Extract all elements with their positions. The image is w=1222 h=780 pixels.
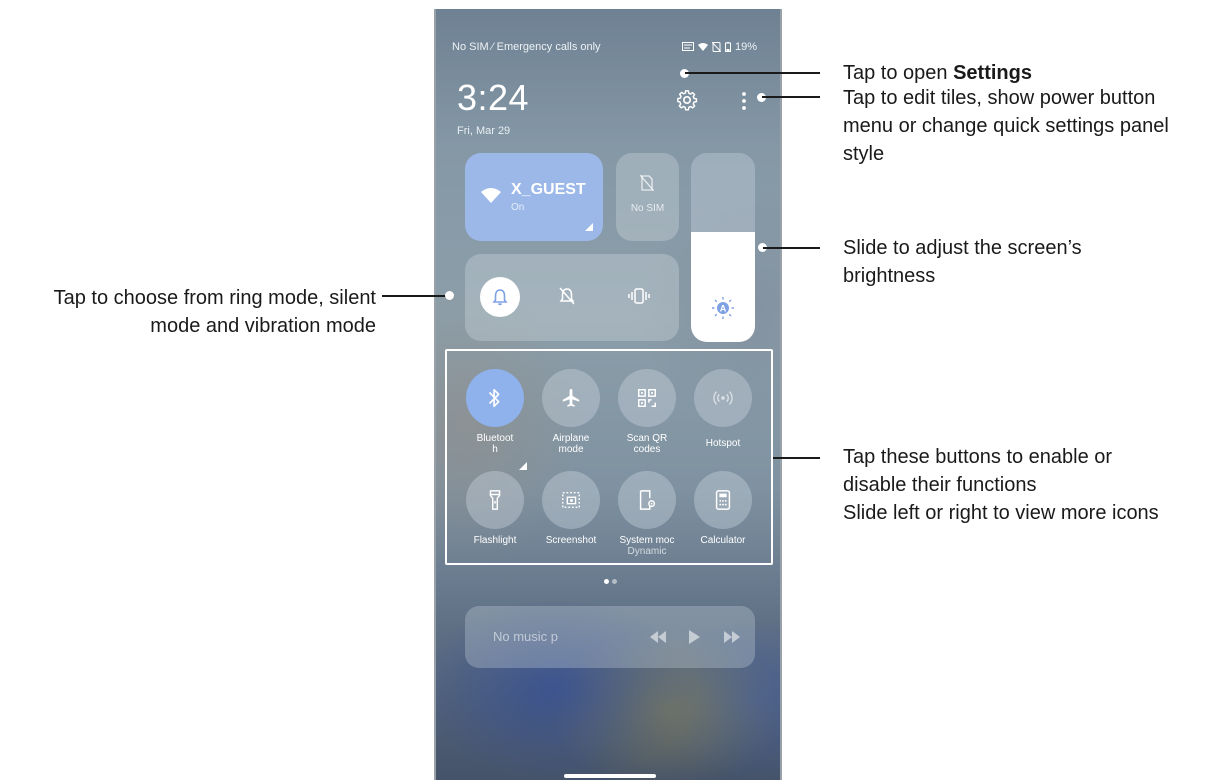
notification-icon bbox=[682, 42, 694, 51]
ring-mode-button[interactable] bbox=[480, 277, 520, 317]
expand-corner-icon bbox=[585, 223, 593, 231]
date: Fri, Mar 29 bbox=[457, 125, 511, 137]
wifi-icon bbox=[481, 188, 501, 203]
wifi-tile[interactable]: X_GUEST On bbox=[465, 153, 603, 241]
brightness-slider[interactable]: A bbox=[691, 153, 755, 342]
settings-callout: Tap to open Settings bbox=[843, 59, 1032, 87]
silent-mode-button[interactable] bbox=[558, 286, 576, 311]
sound-callout-line bbox=[382, 295, 449, 297]
sim-tile[interactable]: No SIM bbox=[616, 153, 679, 241]
settings-callout-line bbox=[685, 72, 820, 74]
media-title: No music p bbox=[493, 629, 559, 644]
page-dot bbox=[612, 579, 617, 584]
wifi-status-icon bbox=[698, 43, 708, 51]
settings-callout-text: Tap to open bbox=[843, 62, 954, 84]
gear-icon bbox=[677, 90, 698, 111]
clock: 3:24 bbox=[457, 77, 530, 118]
sound-callout-line1: Tap to choose from ring mode, silent bbox=[53, 287, 376, 309]
settings-callout-bold: Settings bbox=[953, 62, 1032, 84]
no-sim-icon bbox=[640, 175, 654, 191]
menu-callout-line1: Tap to edit tiles, show power button bbox=[843, 87, 1156, 109]
settings-button[interactable] bbox=[676, 89, 698, 111]
brightness-callout-line1: Slide to adjust the screen’s bbox=[843, 237, 1082, 259]
sound-callout-dot bbox=[445, 291, 454, 300]
buttons-callout: Tap these buttons to enable or disable t… bbox=[843, 443, 1159, 527]
brightness-callout: Slide to adjust the screen’s brightness bbox=[843, 234, 1082, 290]
play-icon[interactable] bbox=[689, 630, 700, 644]
brightness-callout-line bbox=[763, 247, 820, 249]
wifi-state: On bbox=[511, 202, 525, 213]
sound-callout: Tap to choose from ring mode, silent mod… bbox=[0, 284, 376, 340]
buttons-callout-line3: Slide left or right to view more icons bbox=[843, 502, 1159, 524]
brightness-callout-line2: brightness bbox=[843, 265, 936, 287]
battery-icon bbox=[725, 42, 731, 52]
buttons-callout-line2: disable their functions bbox=[843, 474, 1037, 496]
more-options-button[interactable] bbox=[740, 91, 748, 111]
carrier-status: No SIM ⁄ Emergency calls only bbox=[452, 41, 601, 53]
buttons-callout-line1: Tap these buttons to enable or bbox=[843, 446, 1113, 468]
home-indicator[interactable] bbox=[564, 774, 656, 778]
buttons-highlight-frame bbox=[445, 349, 773, 565]
wifi-ssid: X_GUEST bbox=[511, 181, 586, 198]
media-player: No music p bbox=[465, 606, 755, 668]
svg-text:A: A bbox=[720, 304, 727, 314]
more-vertical-icon bbox=[742, 92, 746, 110]
no-sim-status-icon bbox=[712, 42, 721, 52]
page-dot-active bbox=[604, 579, 609, 584]
menu-callout: Tap to edit tiles, show power button men… bbox=[843, 84, 1169, 168]
rewind-icon[interactable] bbox=[650, 631, 666, 643]
sound-callout-line2: mode and vibration mode bbox=[150, 315, 376, 337]
vibrate-icon bbox=[628, 288, 650, 304]
bell-off-icon bbox=[559, 287, 575, 305]
bell-icon bbox=[492, 289, 508, 306]
fast-forward-icon[interactable] bbox=[724, 631, 740, 643]
menu-callout-line2: menu or change quick settings panel bbox=[843, 115, 1169, 137]
buttons-callout-line bbox=[773, 457, 820, 459]
battery-percent: 19% bbox=[735, 41, 758, 53]
status-icons: 19% bbox=[682, 41, 757, 53]
menu-callout-line3: style bbox=[843, 143, 885, 165]
sound-mode-tile bbox=[465, 254, 679, 341]
menu-callout-line bbox=[762, 96, 820, 98]
auto-brightness-icon: A bbox=[712, 297, 734, 319]
sim-label: No SIM bbox=[630, 203, 665, 214]
vibrate-mode-button[interactable] bbox=[628, 287, 650, 310]
brightness-fill bbox=[691, 232, 755, 342]
